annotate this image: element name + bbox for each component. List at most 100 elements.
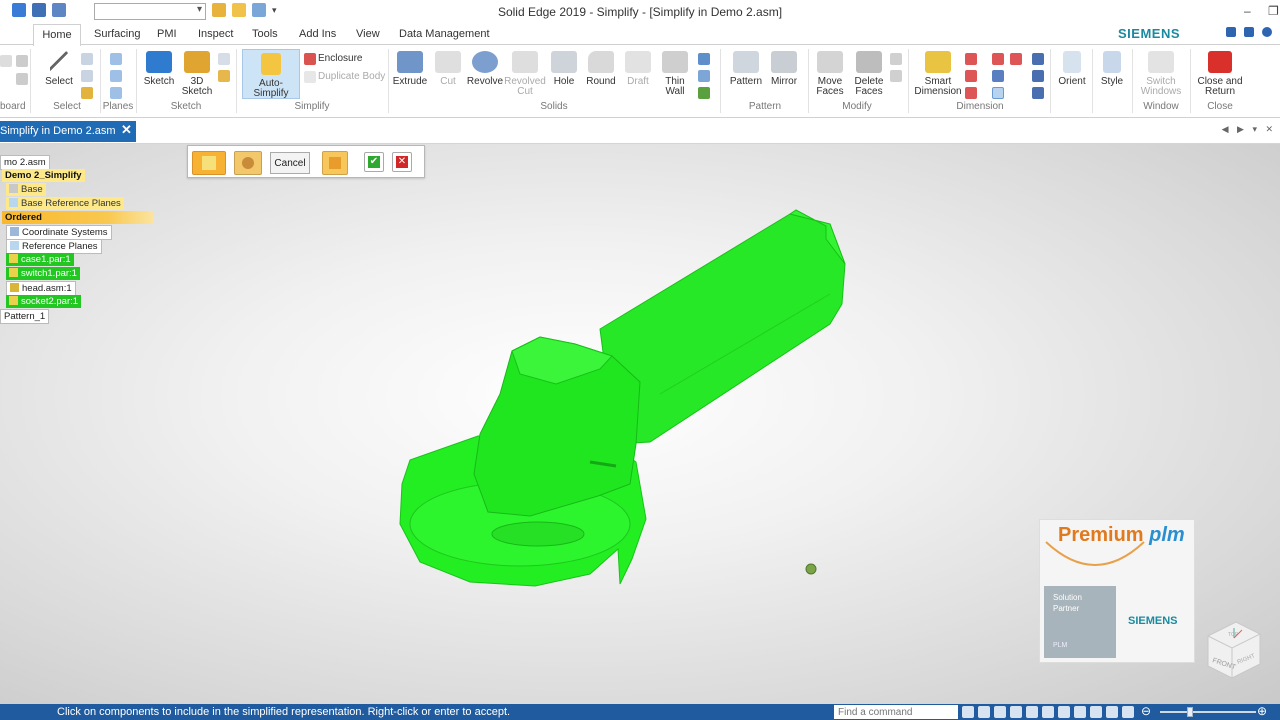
plane-icon[interactable] xyxy=(110,53,122,65)
tree-coordinate-systems-node[interactable]: Coordinate Systems xyxy=(6,225,112,240)
switch-windows-button[interactable]: Switch Windows xyxy=(1136,51,1186,97)
section-icon[interactable] xyxy=(1122,706,1134,718)
minimize-button[interactable]: – xyxy=(1244,4,1251,18)
orient-button[interactable]: Orient xyxy=(1054,51,1090,87)
leader-icon[interactable] xyxy=(1032,87,1044,99)
duplicate-body-button[interactable]: Duplicate Body xyxy=(318,72,385,82)
tree-ordered-node[interactable]: Ordered xyxy=(2,211,153,224)
tab-home[interactable]: Home xyxy=(33,24,81,46)
tree-root-assembly[interactable]: mo 2.asm xyxy=(0,155,50,170)
revolved-cut-button[interactable]: Revolved Cut xyxy=(504,51,546,97)
mirror-button[interactable]: Mirror xyxy=(766,51,802,87)
dim-coord-icon[interactable] xyxy=(992,70,1004,82)
add-component-button[interactable] xyxy=(234,151,262,175)
tree-simplify-node[interactable]: Demo 2_Simplify xyxy=(2,169,85,182)
plane-2-icon[interactable] xyxy=(110,70,122,82)
extrude-button[interactable]: Extrude xyxy=(392,51,428,87)
enclosure-button[interactable]: Enclosure xyxy=(318,54,362,64)
auto-simplify-button[interactable]: Auto-Simplify xyxy=(242,53,300,99)
solids-option-2-icon[interactable] xyxy=(698,70,710,82)
tree-switch-part[interactable]: switch1.par:1 xyxy=(6,267,80,280)
style-button[interactable]: Style xyxy=(1094,51,1130,87)
dim-radial-icon[interactable] xyxy=(965,87,977,99)
cut-button[interactable]: Cut xyxy=(432,51,464,87)
zoom-icon[interactable] xyxy=(994,706,1006,718)
view-arrow-icon[interactable] xyxy=(962,706,974,718)
tab-surfacing[interactable]: Surfacing xyxy=(94,28,140,40)
document-tab[interactable]: Simplify in Demo 2.asm ✕ xyxy=(0,121,136,142)
find-command-input[interactable] xyxy=(834,705,958,719)
sketch-small-icon[interactable] xyxy=(218,53,230,65)
view-style-icon[interactable] xyxy=(1090,706,1102,718)
angle-grinder-model[interactable] xyxy=(399,209,846,587)
select-components-button[interactable] xyxy=(192,151,226,175)
reject-button[interactable]: ✕ xyxy=(392,152,412,172)
tree-base-node[interactable]: Base xyxy=(6,183,46,196)
modify-option-icon[interactable] xyxy=(890,53,902,65)
document-tab-close-icon[interactable]: ✕ xyxy=(121,122,132,138)
modify-option-2-icon[interactable] xyxy=(890,70,902,82)
select-button[interactable]: Select xyxy=(42,51,76,87)
zoom-slider-thumb[interactable] xyxy=(1187,707,1193,717)
select-tools-icon[interactable] xyxy=(81,87,93,99)
tree-base-ref-planes-node[interactable]: Base Reference Planes xyxy=(6,197,124,210)
fit-icon[interactable] xyxy=(1010,706,1022,718)
spin-icon[interactable] xyxy=(1058,706,1070,718)
dim-linear-icon[interactable] xyxy=(965,53,977,65)
tab-pmi[interactable]: PMI xyxy=(157,28,177,40)
move-faces-button[interactable]: Move Faces xyxy=(812,51,848,97)
smart-dimension-button[interactable]: Smart Dimension xyxy=(914,51,962,97)
dim-chain-icon[interactable] xyxy=(992,53,1004,65)
draft-button[interactable]: Draft xyxy=(622,51,654,87)
thin-wall-button[interactable]: Thin Wall xyxy=(658,51,692,97)
shade-icon[interactable] xyxy=(1074,706,1086,718)
annotation-icon[interactable] xyxy=(1032,53,1044,65)
sketch-rotate-icon[interactable] xyxy=(218,70,230,82)
options-button[interactable] xyxy=(322,151,348,175)
3d-viewport[interactable]: mo 2.asm Demo 2_Simplify Base Base Refer… xyxy=(0,144,1280,704)
dim-table-icon[interactable] xyxy=(992,87,1004,99)
zoom-area-icon[interactable] xyxy=(978,706,990,718)
tab-add-ins[interactable]: Add Ins xyxy=(299,28,336,40)
copy-icon[interactable] xyxy=(1244,27,1254,37)
tab-view[interactable]: View xyxy=(356,28,380,40)
dim-angle-icon[interactable] xyxy=(965,70,977,82)
restore-button[interactable]: ❐ xyxy=(1268,4,1279,18)
select-option-icon[interactable] xyxy=(81,53,93,65)
round-button[interactable]: Round xyxy=(584,51,618,87)
display-icon[interactable] xyxy=(1106,706,1118,718)
tab-data-management[interactable]: Data Management xyxy=(399,28,490,40)
cancel-button[interactable]: Cancel xyxy=(270,152,310,174)
plane-3-icon[interactable] xyxy=(110,87,122,99)
help-icon[interactable] xyxy=(1262,27,1272,37)
pattern-button[interactable]: Pattern xyxy=(728,51,764,87)
tree-case-part[interactable]: case1.par:1 xyxy=(6,253,74,266)
dim-extra-icon[interactable] xyxy=(1010,53,1022,65)
origin-marker-icon[interactable] xyxy=(805,563,817,575)
3d-sketch-button[interactable]: 3D Sketch xyxy=(180,51,214,97)
zoom-slider[interactable] xyxy=(1160,711,1256,713)
solids-option-icon[interactable] xyxy=(698,53,710,65)
sketch-button[interactable]: Sketch xyxy=(142,51,176,87)
copy-small-icon[interactable] xyxy=(16,73,28,85)
tab-inspect[interactable]: Inspect xyxy=(198,28,233,40)
accept-button[interactable]: ✔ xyxy=(364,152,384,172)
tree-pattern-node[interactable]: Pattern_1 xyxy=(0,309,50,324)
paste-icon[interactable] xyxy=(0,55,12,67)
view-cube[interactable]: FRONT RIGHT TOP xyxy=(1198,616,1268,686)
list-icon[interactable] xyxy=(1226,27,1236,37)
revolve-button[interactable]: Revolve xyxy=(466,51,504,87)
delete-faces-button[interactable]: Delete Faces xyxy=(850,51,888,97)
solids-option-3-icon[interactable] xyxy=(698,87,710,99)
tree-reference-planes-node[interactable]: Reference Planes xyxy=(6,239,102,254)
rotate-icon[interactable] xyxy=(1042,706,1054,718)
text-icon[interactable] xyxy=(1032,70,1044,82)
document-nav-icons[interactable]: ◀ ▶ ▾ ✕ xyxy=(1222,124,1276,135)
cut-small-icon[interactable] xyxy=(16,55,28,67)
pan-icon[interactable] xyxy=(1026,706,1038,718)
zoom-in-icon[interactable]: ⊕ xyxy=(1257,704,1267,718)
hole-button[interactable]: Hole xyxy=(548,51,580,87)
tree-head-assembly[interactable]: head.asm:1 xyxy=(6,281,76,296)
tree-socket-part[interactable]: socket2.par:1 xyxy=(6,295,82,308)
select-filter-icon[interactable] xyxy=(81,70,93,82)
